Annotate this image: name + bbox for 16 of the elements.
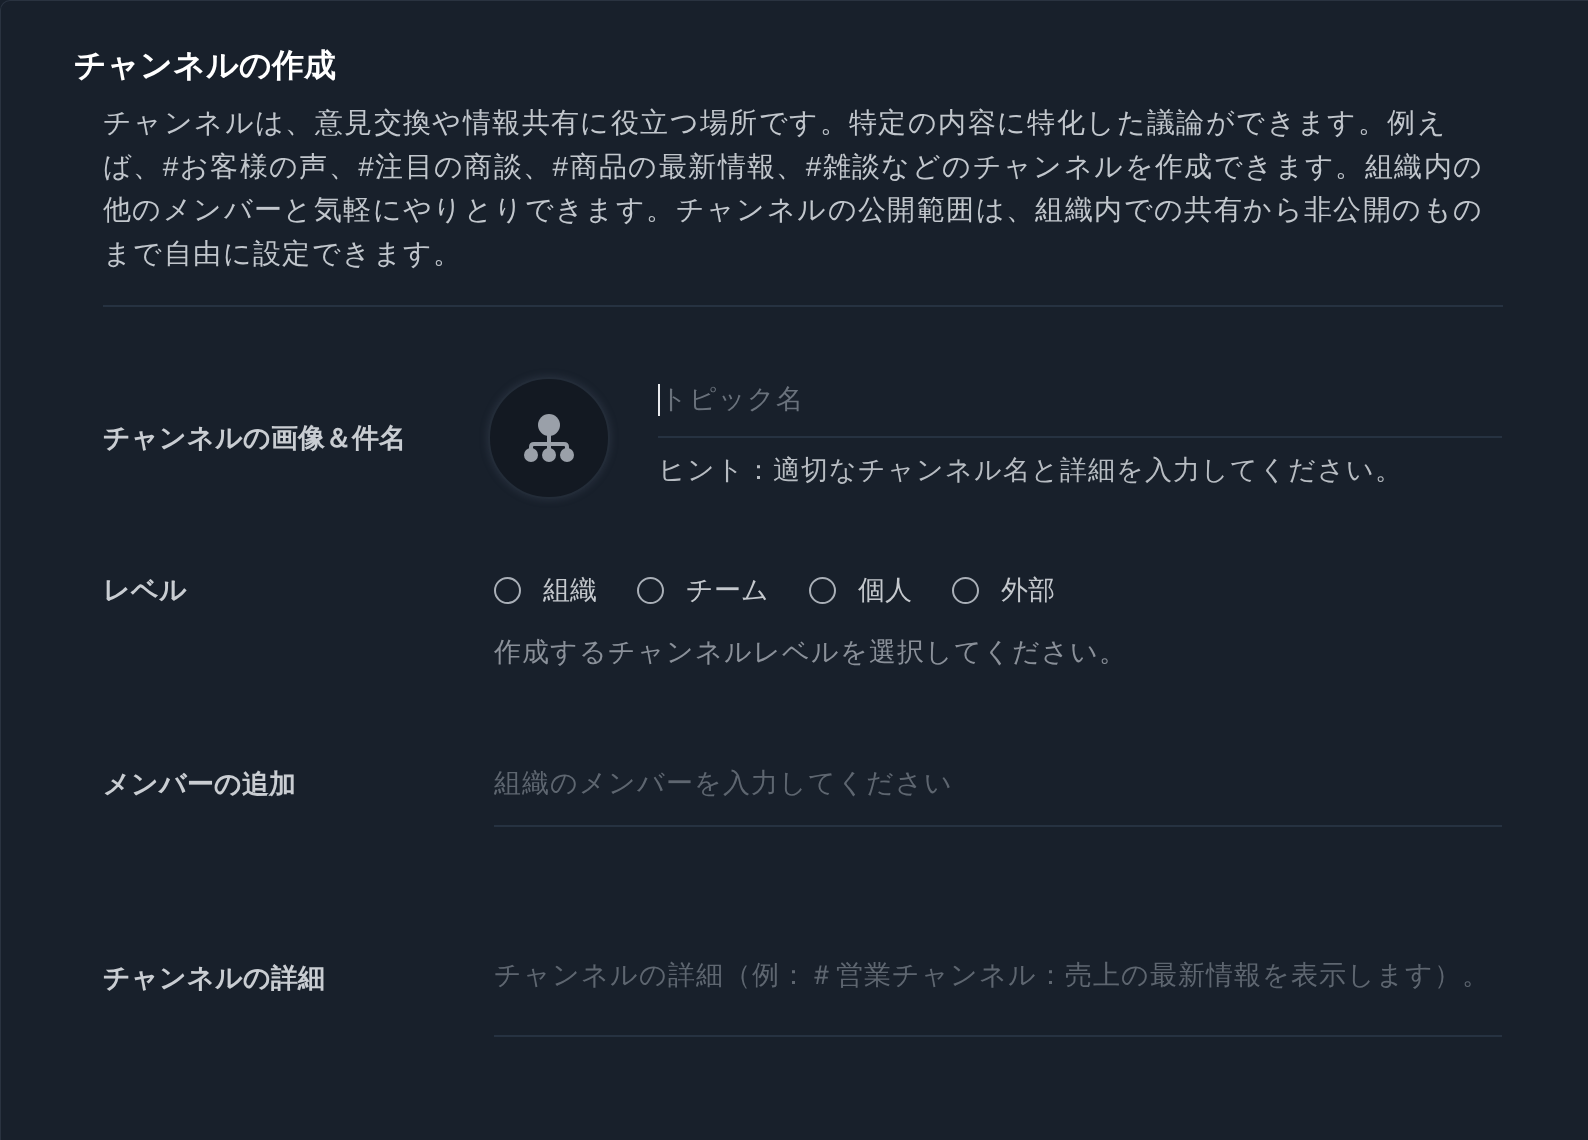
- field-label: チャンネルの詳細: [103, 962, 326, 995]
- field-hint: 作成するチャンネルレベルを選択してください。: [494, 636, 1128, 669]
- level-radio[interactable]: 外部: [952, 572, 1055, 608]
- dialog-title: チャンネルの作成: [74, 46, 336, 85]
- level-radio[interactable]: 個人: [809, 572, 912, 608]
- level-radio[interactable]: 組織: [494, 572, 597, 608]
- dialog-description: チャンネルは、意見交換や情報共有に役立つ場所です。特定の内容に特化した議論ができます。例えば、#お客様の声、#注目の商談、#商品の最新情報、#雑談などのチャンネルを作成できます。組織内の他のメンバーと気軽にやりとりできます。チャンネルの公開範囲は、組織内での共有から非公開のものまで自由に設定できます。: [103, 106, 1485, 271]
- field-label: レベル: [103, 574, 188, 607]
- details-input-field[interactable]: チャンネルの詳細（例：＃営業チャンネル：売上の最新情報を表示します）。: [494, 937, 1502, 1037]
- level-radio[interactable]: チーム: [637, 572, 769, 608]
- field-label: メンバーの追加: [103, 768, 297, 801]
- topic-name-field[interactable]: トピック名: [658, 373, 1502, 438]
- field-hint: ヒント：適切なチャンネル名と詳細を入力してください。: [658, 454, 1404, 487]
- field-label: チャンネルの画像＆件名: [103, 422, 407, 455]
- member-input-field[interactable]: 組織のメンバーを入力してください: [494, 747, 1502, 827]
- org-chart-icon: [524, 414, 574, 462]
